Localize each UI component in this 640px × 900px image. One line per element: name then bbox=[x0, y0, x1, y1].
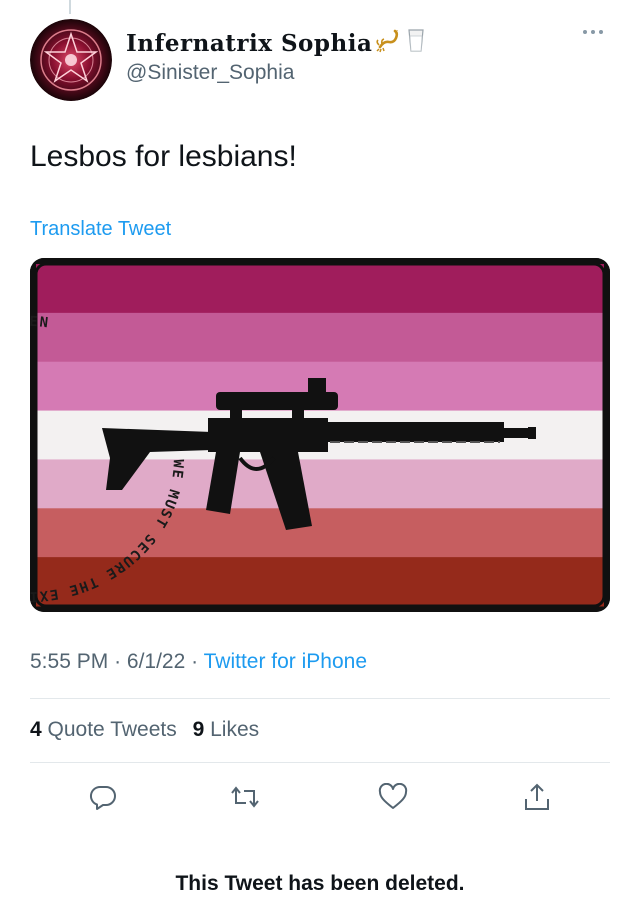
meta-separator: · bbox=[114, 650, 122, 673]
tweet-source-link[interactable]: Twitter for iPhone bbox=[204, 650, 367, 673]
likes-stat[interactable]: 9 Likes bbox=[193, 718, 260, 741]
translate-tweet-link[interactable]: Translate Tweet bbox=[30, 218, 171, 241]
retweet-icon bbox=[231, 786, 259, 808]
action-bar bbox=[30, 780, 610, 814]
share-icon bbox=[525, 783, 549, 810]
retweet-button[interactable] bbox=[228, 780, 262, 814]
quote-count: 4 bbox=[30, 718, 42, 741]
like-count: 9 bbox=[192, 718, 205, 741]
reply-icon bbox=[89, 785, 116, 810]
reply-button[interactable] bbox=[86, 780, 120, 814]
author-handle[interactable]: @Sinister_Sophia bbox=[126, 61, 426, 85]
thread-connector-line bbox=[69, 0, 71, 14]
divider-top bbox=[30, 698, 610, 699]
tweet-meta: 5:55 PM · 6/1/22 · Twitter for iPhone bbox=[30, 650, 367, 674]
quote-label: Quote Tweets bbox=[47, 718, 177, 741]
meta-separator-2: · bbox=[191, 650, 199, 673]
tweet-text: Lesbos for lesbians! bbox=[30, 140, 297, 173]
like-icon bbox=[378, 783, 408, 809]
display-name[interactable]: Infernatrix Sophia bbox=[126, 27, 426, 59]
like-button[interactable] bbox=[376, 780, 410, 814]
flag-stripe bbox=[36, 508, 604, 558]
quote-tweets-stat[interactable]: 4 Quote Tweets bbox=[30, 718, 177, 741]
tweet-date[interactable]: 6/1/22 bbox=[127, 650, 185, 673]
flag-stripe bbox=[36, 312, 604, 363]
avatar[interactable] bbox=[30, 19, 112, 101]
display-name-text: Infernatrix Sophia bbox=[126, 29, 373, 57]
flag-stripe bbox=[36, 264, 604, 314]
flag-image: WE MUST SECURE THE EXISTENCE OF OUR PEOP… bbox=[30, 258, 610, 612]
author-names: Infernatrix Sophia @Sinister_Sophia bbox=[126, 27, 426, 85]
scorpion-emoji-icon bbox=[376, 27, 402, 59]
tweet-stats: 4 Quote Tweets 9 Likes bbox=[30, 718, 269, 742]
tweet-time[interactable]: 5:55 PM bbox=[30, 650, 108, 673]
tweet-media-image[interactable]: WE MUST SECURE THE EXISTENCE OF OUR PEOP… bbox=[30, 258, 610, 612]
share-button[interactable] bbox=[520, 780, 554, 814]
milk-glass-emoji-icon bbox=[406, 27, 426, 59]
tweet-header: Infernatrix Sophia @Sinister_Sophia bbox=[30, 19, 610, 101]
deleted-notice: This Tweet has been deleted. bbox=[175, 872, 465, 895]
divider-bottom bbox=[30, 762, 610, 763]
like-label: Likes bbox=[210, 718, 260, 741]
more-options-icon[interactable] bbox=[580, 25, 606, 39]
